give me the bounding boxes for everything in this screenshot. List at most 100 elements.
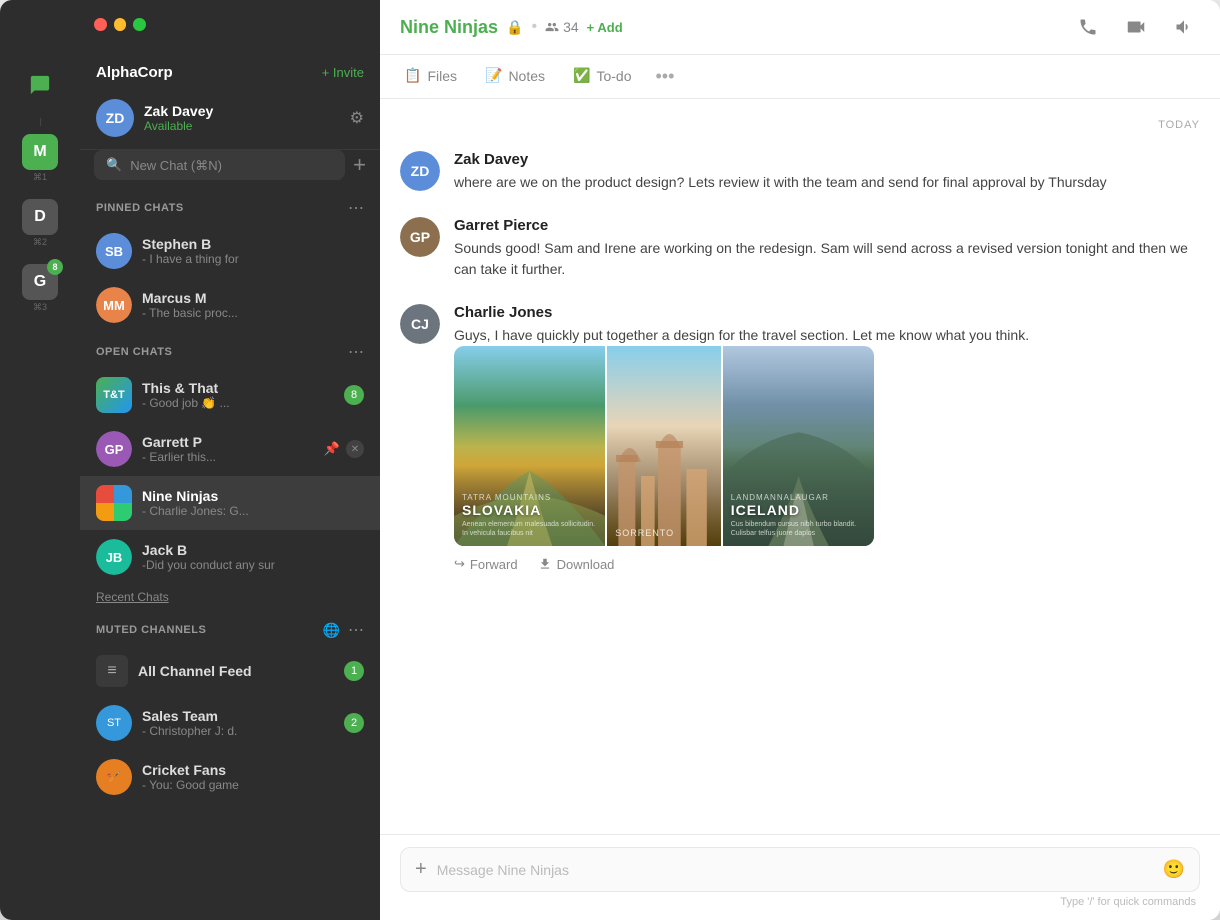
chat-nine-ninjas[interactable]: Nine Ninjas - Charlie Jones: G... (80, 476, 380, 530)
tab-files[interactable]: 📋 Files (400, 55, 461, 99)
cricket-fans-preview: - You: Good game (142, 778, 364, 792)
garret-message-text: Sounds good! Sam and Irene are working o… (454, 238, 1200, 280)
today-divider: TODAY (400, 119, 1200, 131)
cricket-fans-avatar: 🏏 (96, 759, 132, 795)
charlie-message-text: Guys, I have quickly put together a desi… (454, 325, 1200, 346)
travel-img-iceland: LANDMANNALAUGAR ICELAND Cus bibendum cur… (723, 346, 874, 546)
new-chat-plus-icon[interactable]: + (353, 152, 366, 178)
sidebar-title: AlphaCorp (96, 64, 173, 81)
muted-channels-globe-icon[interactable]: 🌐 (323, 622, 340, 639)
nine-ninjas-preview: - Charlie Jones: G... (142, 504, 364, 518)
profile-info: Zak Davey Available (144, 103, 340, 133)
settings-gear-icon[interactable]: ⚙ (350, 108, 364, 128)
profile-row: ZD Zak Davey Available ⚙ (80, 91, 380, 150)
stephen-name: Stephen B (142, 236, 364, 252)
chat-this-and-that[interactable]: T&T This & That - Good job 👏 ... 8 (80, 368, 380, 422)
open-chats-more-icon[interactable]: ⋯ (348, 342, 364, 362)
tab-notes[interactable]: 📝 Notes (481, 55, 549, 99)
chat-title-area: Nine Ninjas 🔒 • 34 + Add (400, 17, 623, 38)
cricket-fans-info: Cricket Fans - You: Good game (142, 762, 364, 792)
all-channel-feed-icon: ≡ (96, 655, 128, 687)
nine-ninjas-avatar (96, 485, 132, 521)
mute-button[interactable] (1168, 11, 1200, 43)
message-garret: GP Garret Pierce Sounds good! Sam and Ir… (400, 217, 1200, 280)
all-channel-feed-name: All Channel Feed (138, 663, 334, 679)
marcus-preview: - The basic proc... (142, 306, 364, 320)
muted-channels-title: MUTED CHANNELS (96, 624, 206, 636)
profile-status: Available (144, 119, 340, 133)
slovakia-label: TATRA MOUNTAINS SLOVAKIA Aenean elementu… (462, 493, 597, 538)
emoji-button[interactable]: 🙂 (1163, 859, 1185, 880)
tab-todo[interactable]: ✅ To-do (569, 55, 635, 99)
jack-name: Jack B (142, 542, 364, 558)
search-input[interactable] (130, 158, 333, 173)
this-and-that-info: This & That - Good job 👏 ... (142, 380, 334, 410)
message-input-box: + 🙂 (400, 847, 1200, 892)
nine-ninjas-info: Nine Ninjas - Charlie Jones: G... (142, 488, 364, 518)
search-box[interactable]: 🔍 (94, 150, 345, 180)
forward-button[interactable]: ↪ Forward (454, 556, 518, 572)
forward-icon: ↪ (454, 556, 465, 572)
workspace-d[interactable]: D ⌘2 (22, 199, 58, 248)
message-actions: ↪ Forward Download (454, 556, 1200, 572)
channel-cricket-fans[interactable]: 🏏 Cricket Fans - You: Good game (80, 750, 380, 804)
zak-message-name: Zak Davey (454, 151, 1200, 168)
chat-jack[interactable]: JB Jack B -Did you conduct any sur (80, 530, 380, 584)
separator-dot-1: • (531, 18, 537, 36)
notes-label: Notes (508, 68, 545, 84)
channel-all-feed[interactable]: ≡ All Channel Feed 1 (80, 646, 380, 696)
video-call-button[interactable] (1120, 11, 1152, 43)
message-input-area: + 🙂 Type '/' for quick commands (380, 834, 1220, 920)
chat-garrett[interactable]: GP Garrett P - Earlier this... 📌 ✕ (80, 422, 380, 476)
garret-message-content: Garret Pierce Sounds good! Sam and Irene… (454, 217, 1200, 280)
more-tabs-icon[interactable]: ••• (655, 66, 674, 87)
search-icon: 🔍 (106, 157, 122, 173)
channel-sales-team[interactable]: ST Sales Team - Christopher J: d. 2 (80, 696, 380, 750)
garrett-close-icon[interactable]: ✕ (346, 440, 364, 458)
sorrento-label: SORRENTO (615, 528, 712, 538)
sidebar: AlphaCorp + Invite ZD Zak Davey Availabl… (80, 0, 380, 920)
stephen-avatar: SB (96, 233, 132, 269)
charlie-message-avatar: CJ (400, 304, 440, 344)
workspace-m[interactable]: M ⌘1 (22, 134, 58, 183)
download-button[interactable]: Download (538, 557, 615, 572)
chat-header: Nine Ninjas 🔒 • 34 + Add (380, 0, 1220, 55)
muted-channels-more-icon[interactable]: ⋯ (348, 620, 364, 640)
icon-bar: M ⌘1 D ⌘2 G 8 ⌘3 (0, 0, 80, 920)
sales-team-info: Sales Team - Christopher J: d. (142, 708, 334, 738)
stephen-chat-info: Stephen B - I have a thing for (142, 236, 364, 266)
sales-team-preview: - Christopher J: d. (142, 724, 334, 738)
charlie-message-content: Charlie Jones Guys, I have quickly put t… (454, 304, 1200, 572)
voice-call-button[interactable] (1072, 11, 1104, 43)
nine-ninjas-name: Nine Ninjas (142, 488, 364, 504)
charlie-message-name: Charlie Jones (454, 304, 1200, 321)
pinned-chat-marcus[interactable]: MM Marcus M - The basic proc... (80, 278, 380, 332)
invite-button[interactable]: + Invite (322, 65, 364, 80)
this-and-that-name: This & That (142, 380, 334, 396)
traffic-lights (80, 0, 160, 48)
muted-channels-section-header: MUTED CHANNELS 🌐 ⋯ (80, 610, 380, 646)
travel-collage: TATRA MOUNTAINS SLOVAKIA Aenean elementu… (454, 346, 874, 546)
message-input[interactable] (437, 862, 1153, 878)
pinned-chats-more-icon[interactable]: ⋯ (348, 198, 364, 218)
garrett-preview: - Earlier this... (142, 450, 314, 464)
pinned-chat-stephen[interactable]: SB Stephen B - I have a thing for (80, 224, 380, 278)
user-avatar: ZD (96, 99, 134, 137)
recent-chats-link[interactable]: Recent Chats (80, 584, 380, 610)
garret-message-avatar: GP (400, 217, 440, 257)
message-plus-icon[interactable]: + (415, 858, 427, 881)
notes-icon: 📝 (485, 67, 502, 84)
all-channel-feed-info: All Channel Feed (138, 663, 334, 679)
add-member-button[interactable]: + Add (587, 20, 623, 35)
traffic-light-yellow[interactable] (114, 18, 127, 31)
jack-info: Jack B -Did you conduct any sur (142, 542, 364, 572)
header-actions (1072, 11, 1200, 43)
this-and-that-badge: 8 (344, 385, 364, 405)
workspace-g[interactable]: G 8 ⌘3 (22, 264, 58, 313)
this-and-that-preview: - Good job 👏 ... (142, 396, 334, 410)
chat-icon-btn[interactable] (19, 64, 61, 106)
traffic-light-green[interactable] (133, 18, 146, 31)
traffic-light-red[interactable] (94, 18, 107, 31)
sales-team-badge: 2 (344, 713, 364, 733)
zak-message-content: Zak Davey where are we on the product de… (454, 151, 1200, 193)
